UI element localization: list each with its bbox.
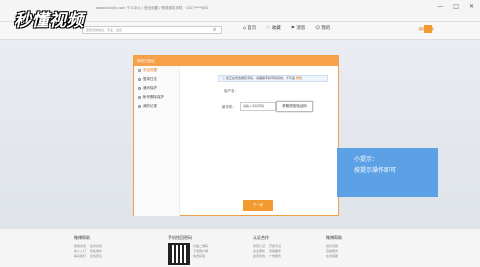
footer-col-help: 微博帮助 使用条款 技术支持 新人入门 隐私保护 联系我们 反馈意见: [74, 235, 106, 259]
top-nav: ⌂ 首页 ♡ 收藏 ⚑ 消息 ☺ 我的: [243, 25, 330, 31]
footer-title: 微博帮助: [74, 235, 90, 240]
circle-icon: [138, 69, 141, 72]
close-icon[interactable]: ✕: [469, 3, 474, 10]
nav-home[interactable]: ⌂ 首页: [243, 25, 256, 31]
footer-link[interactable]: 广告服务: [269, 254, 285, 259]
maximize-icon[interactable]: □: [453, 3, 459, 10]
nav-messages[interactable]: ⚑ 消息: [291, 25, 305, 31]
footer-link[interactable]: 政府机构: [253, 254, 269, 259]
modal-dialog: 修改已验证 安全设置 登录日志 通讯保护 帐号删除保护 我的记录 ⓘ 您正在修改…: [133, 55, 339, 216]
footer-links: 常见问题 自助服务 在线客服: [326, 244, 342, 259]
qr-caption: 扫描二维码 下载客户端 免费获取: [193, 244, 208, 259]
footer-links: 商家认证 开放平台 企业服务 营销服务 政府机构 广告服务: [253, 244, 285, 259]
footer-link[interactable]: 反馈意见: [90, 254, 106, 259]
qr-code-image: [168, 243, 190, 265]
get-code-button[interactable]: 获取短信验证码: [276, 101, 313, 112]
footer-link[interactable]: 在线客服: [326, 254, 342, 259]
info-icon: ⓘ: [222, 76, 226, 80]
sidebar-item-login-log[interactable]: 登录日志: [134, 75, 179, 84]
footer-title: 手机找回密码: [168, 235, 192, 240]
user-avatar[interactable]: [424, 25, 432, 33]
modal-sidebar: 安全设置 登录日志 通讯保护 帐号删除保护 我的记录: [134, 66, 180, 216]
modal-title: 修改已验证: [134, 56, 338, 66]
tip-title: 小提示：: [354, 156, 379, 163]
window-controls: — □ ✕: [437, 3, 474, 10]
minimize-icon[interactable]: —: [437, 3, 443, 10]
search-input[interactable]: 搜索当前地址、专业、会员: [82, 26, 222, 34]
tip-body: 按提示操作即可: [354, 167, 397, 174]
watermark-logo: 秒懂视频: [14, 11, 84, 31]
footer-title: 认证合作: [253, 235, 269, 240]
circle-icon: [138, 78, 141, 81]
tip-box: 小提示： 按提示操作即可: [337, 148, 438, 197]
qr-line: 免费获取: [193, 254, 206, 258]
sidebar-item-label: 安全设置: [143, 68, 157, 72]
sidebar-item-label: 我的记录: [143, 104, 157, 108]
sidebar-item-label: 登录日志: [143, 77, 157, 81]
footer-col-partners: 认证合作 商家认证 开放平台 企业服务 营销服务 政府机构 广告服务: [253, 235, 285, 259]
nav-favorites[interactable]: ♡ 收藏: [266, 25, 280, 31]
search-icon[interactable]: ⌕: [213, 26, 216, 34]
sidebar-item-delete-protect[interactable]: 帐号删除保护: [134, 93, 179, 102]
sidebar-item-label: 通讯保护: [143, 86, 157, 90]
footer-col-help2: 微博帮助 常见问题 自助服务 在线客服: [326, 235, 342, 259]
sidebar-item-security[interactable]: 安全设置: [134, 66, 179, 75]
phone-input[interactable]: 请输入手机号码: [240, 102, 276, 111]
sidebar-item-comm-protect[interactable]: 通讯保护: [134, 84, 179, 93]
footer-col-mobile: 手机找回密码: [168, 235, 192, 241]
nav-profile[interactable]: ☺ 我的: [315, 25, 330, 31]
footer-links: 使用条款 技术支持 新人入门 隐私保护 联系我们 反馈意见: [74, 244, 106, 259]
page-footer: [0, 228, 480, 267]
circle-icon: [138, 105, 141, 108]
mail-icon[interactable]: ✉: [419, 26, 424, 33]
circle-icon: [138, 87, 141, 90]
footer-title: 微博帮助: [326, 235, 342, 240]
notice-banner: ⓘ 您正在修改绑定手机，请确保手机号码有效，不可逆 帮助: [218, 75, 328, 82]
sidebar-item-label: 帐号删除保护: [143, 95, 164, 99]
notice-text: 您正在修改绑定手机，请确保手机号码有效，不可逆: [225, 76, 295, 80]
address-bar[interactable]: www.kuaiJin.com 个人中心 / 安全设置 / 修改绑定手机 · 1…: [96, 6, 208, 11]
phone-label: 新手机：: [222, 105, 236, 109]
footer-link[interactable]: 联系我们: [74, 254, 90, 259]
notice-help-link[interactable]: 帮助: [296, 76, 302, 80]
sidebar-item-records[interactable]: 我的记录: [134, 102, 179, 111]
circle-icon: [138, 96, 141, 99]
username-label: 用户名：: [224, 89, 238, 93]
next-step-button[interactable]: 下一步: [243, 200, 273, 211]
